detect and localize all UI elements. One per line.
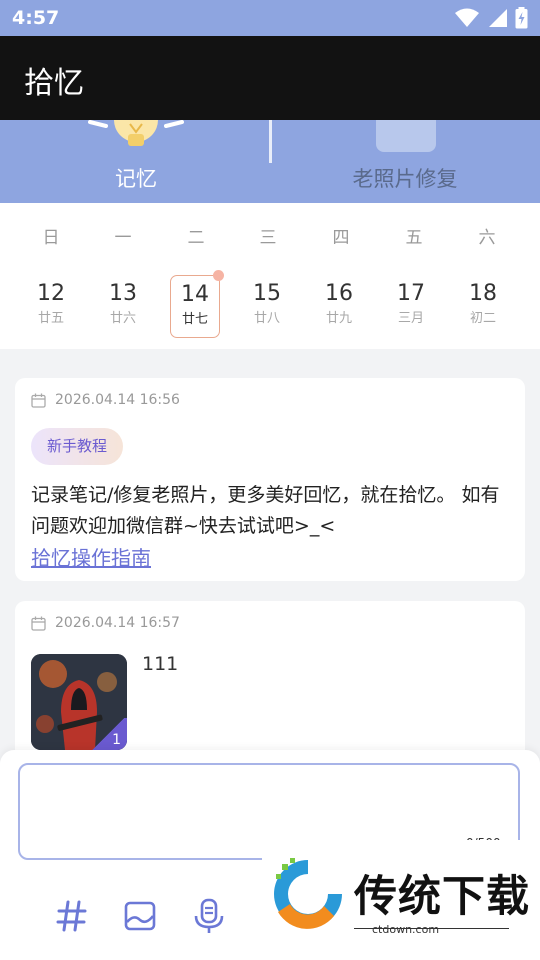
day-number: 14 [181, 282, 209, 307]
day-number: 12 [37, 281, 65, 306]
wifi-icon [455, 8, 479, 27]
status-icons [455, 7, 528, 29]
event-dot [213, 270, 224, 281]
status-bar: 4:57 [0, 0, 540, 36]
app-bar: 拾忆 [0, 36, 540, 120]
image-count: 1 [112, 732, 121, 748]
photo-icon [376, 120, 436, 152]
card-date-text: 2026.04.14 16:56 [55, 392, 180, 408]
memory-card[interactable]: 2026.04.14 16:57 1 111 [15, 601, 525, 761]
day-lunar: 廿八 [253, 311, 280, 326]
hash-icon [56, 900, 87, 932]
weekday-fri: 五 [405, 228, 423, 248]
image-icon [124, 901, 156, 931]
weekday-wed: 三 [259, 228, 277, 248]
add-image-button[interactable] [120, 896, 160, 936]
day-number: 17 [397, 281, 425, 306]
lightbulb-icon [88, 120, 184, 146]
tab-memory-label: 记忆 [115, 167, 157, 191]
watermark-logo [274, 858, 342, 929]
card-title: 111 [142, 653, 179, 675]
card-date: 2026.04.14 16:57 [31, 615, 180, 631]
card-date-text: 2026.04.14 16:57 [55, 615, 180, 631]
guide-link[interactable]: 拾忆操作指南 [31, 542, 151, 571]
calendar-day[interactable]: 15 廿八 [242, 275, 292, 338]
calendar-day[interactable]: 18 初二 [458, 275, 508, 338]
app-title: 拾忆 [24, 66, 84, 101]
tab-photo-restore[interactable]: 老照片修复 [270, 120, 540, 203]
day-number: 16 [325, 281, 353, 306]
day-number: 15 [253, 281, 281, 306]
day-lunar: 廿七 [181, 312, 208, 327]
feature-tabs: 记忆 老照片修复 [0, 120, 540, 203]
weekday-tue: 二 [187, 228, 205, 248]
day-lunar: 廿五 [37, 311, 64, 326]
card-body-text: 记录笔记/修复老照片，更多美好回忆，就在拾忆。 如有问题欢迎加微信群~快去试试吧… [31, 484, 500, 537]
day-lunar: 初二 [469, 311, 496, 326]
calendar-day[interactable]: 16 廿九 [314, 275, 364, 338]
signal-icon [489, 9, 507, 27]
calendar-icon [31, 616, 46, 631]
tab-photo-restore-label: 老照片修复 [352, 167, 458, 191]
status-time: 4:57 [12, 7, 60, 29]
calendar-day[interactable]: 13 廿六 [98, 275, 148, 338]
calendar-icon [31, 393, 46, 408]
watermark: 传统下载 ctdown.com [262, 840, 540, 940]
voice-input-button[interactable] [189, 896, 229, 936]
hashtag-button[interactable] [52, 896, 92, 936]
tab-memory[interactable]: 记忆 [0, 120, 270, 203]
calendar-day[interactable]: 12 廿五 [26, 275, 76, 338]
tag-badge[interactable]: 新手教程 [31, 428, 124, 465]
memory-card[interactable]: 2026.04.14 16:56 新手教程 记录笔记/修复老照片，更多美好回忆，… [15, 378, 525, 581]
weekday-thu: 四 [332, 228, 350, 248]
weekday-sat: 六 [478, 228, 496, 248]
battery-icon [515, 7, 528, 29]
card-date: 2026.04.14 16:56 [31, 392, 180, 408]
weekday-mon: 一 [114, 228, 132, 248]
photo-thumbnail[interactable]: 1 [31, 654, 127, 750]
day-lunar: 廿九 [325, 311, 352, 326]
microphone-icon [194, 898, 224, 933]
day-lunar: 廿六 [109, 311, 136, 326]
calendar-day[interactable]: 17 三月 [386, 275, 436, 338]
watermark-sub: ctdown.com [372, 923, 440, 936]
day-lunar: 三月 [397, 311, 424, 326]
week-calendar: 日 一 二 三 四 五 六 12 廿五 13 廿六 14 廿七 15 廿八 16… [0, 203, 540, 349]
image-count-badge: 1 [89, 718, 127, 750]
calendar-day-selected[interactable]: 14 廿七 [170, 270, 224, 338]
weekday-sun: 日 [42, 228, 60, 248]
day-number: 13 [109, 281, 137, 306]
watermark-text: 传统下载 [354, 872, 530, 922]
day-number: 18 [469, 281, 497, 306]
